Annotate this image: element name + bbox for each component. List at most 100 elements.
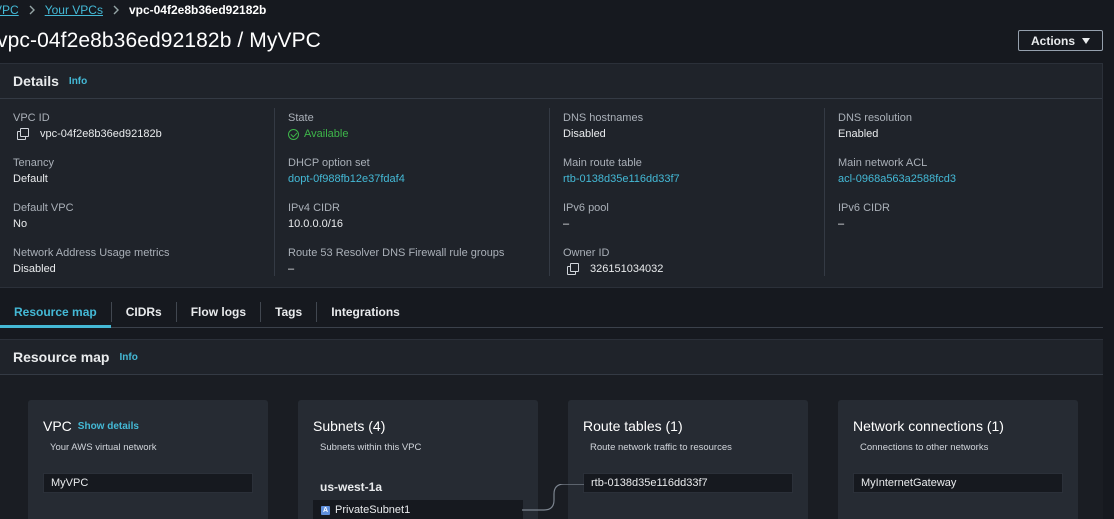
copy-icon[interactable]: [17, 128, 29, 140]
field-dns-resolution: DNS resolution Enabled: [838, 110, 912, 142]
network-connection-item[interactable]: MyInternetGateway: [853, 473, 1063, 493]
details-info-link[interactable]: Info: [69, 76, 87, 87]
field-main-network-acl: Main network ACL acl-0968a563a2588fcd3: [838, 155, 956, 187]
field-route53-firewall: Route 53 Resolver DNS Firewall rule grou…: [288, 245, 504, 277]
chevron-right-icon: [109, 2, 123, 18]
field-label: Route 53 Resolver DNS Firewall rule grou…: [288, 247, 505, 259]
network-address-usage-value: Disabled: [13, 263, 56, 275]
field-label: DNS resolution: [838, 112, 912, 124]
availability-zone-label: us-west-1a: [320, 480, 383, 494]
breadcrumb-link-your-vpcs[interactable]: Your VPCs: [45, 3, 103, 17]
field-dhcp-option-set: DHCP option set dopt-0f988fb12e37fdaf4: [288, 155, 405, 187]
subnets-card-subtitle: Subnets within this VPC: [320, 442, 422, 453]
field-state: State Available: [288, 110, 348, 142]
subnets-card-title: Subnets (4): [313, 418, 386, 434]
field-label: Main network ACL: [838, 157, 928, 169]
tab-tags[interactable]: Tags: [261, 300, 316, 324]
field-label: VPC ID: [13, 112, 50, 124]
owner-id-value: 326151034032: [590, 263, 664, 275]
actions-button[interactable]: Actions: [1018, 30, 1103, 51]
field-label: IPv6 pool: [563, 202, 609, 214]
resource-map-title: Resource map: [13, 349, 110, 365]
route-tables-card: Route tables (1) Route network traffic t…: [568, 400, 808, 519]
route-tables-card-title: Route tables (1): [583, 418, 683, 434]
field-label: Default VPC: [13, 202, 74, 214]
vpc-card-title: VPC: [43, 418, 72, 434]
field-default-vpc: Default VPC No: [13, 200, 74, 232]
field-value-row: 326151034032: [563, 261, 663, 277]
field-label: State: [288, 112, 314, 124]
vpc-id-value: vpc-04f2e8b36ed92182b: [40, 128, 162, 140]
vpc-item[interactable]: MyVPC: [43, 473, 253, 493]
network-connections-card: Network connections (1) Connections to o…: [838, 400, 1078, 519]
tenancy-value: Default: [13, 173, 48, 185]
subnet-icon: A: [321, 505, 330, 515]
dns-resolution-value: Enabled: [838, 128, 879, 140]
field-network-address-usage: Network Address Usage metrics Disabled: [13, 245, 170, 277]
route-table-item[interactable]: rtb-0138d35e116dd33f7: [583, 473, 793, 493]
field-main-route-table: Main route table rtb-0138d35e116dd33f7: [563, 155, 680, 187]
details-column-4: DNS resolution Enabled Main network ACL …: [825, 108, 1100, 276]
dhcp-option-set-link[interactable]: dopt-0f988fb12e37fdaf4: [288, 171, 405, 187]
subnet-item[interactable]: A PrivateSubnet1: [313, 500, 523, 519]
field-ipv6-pool: IPv6 pool –: [563, 200, 609, 232]
route-tables-card-subtitle: Route network traffic to resources: [590, 442, 732, 453]
copy-icon[interactable]: [567, 263, 579, 275]
show-details-link[interactable]: Show details: [78, 421, 139, 432]
details-column-3: DNS hostnames Disabled Main route table …: [550, 108, 825, 276]
main-network-acl-link[interactable]: acl-0968a563a2588fcd3: [838, 171, 956, 187]
field-ipv6-cidr: IPv6 CIDR –: [838, 200, 890, 232]
field-vpc-id: VPC ID vpc-04f2e8b36ed92182b: [13, 110, 162, 142]
details-header: Details Info: [0, 64, 1102, 99]
field-label: Network Address Usage metrics: [13, 247, 170, 259]
chevron-right-icon: [25, 2, 39, 18]
state-value: Available: [304, 128, 349, 140]
dns-hostnames-value: Disabled: [563, 128, 606, 140]
tab-flow-logs[interactable]: Flow logs: [177, 300, 260, 324]
caret-down-icon: [1082, 37, 1090, 44]
page-title: vpc-04f2e8b36ed92182b / MyVPC: [0, 29, 321, 52]
network-connections-card-subtitle: Connections to other networks: [860, 442, 989, 453]
breadcrumb-link-vpc[interactable]: VPC: [0, 3, 19, 17]
details-column-1: VPC ID vpc-04f2e8b36ed92182b Tenancy Def…: [0, 108, 275, 276]
field-dns-hostnames: DNS hostnames Disabled: [563, 110, 643, 142]
vpc-card-title-row: VPC Show details: [43, 418, 139, 434]
subnets-card: Subnets (4) Subnets within this VPC us-w…: [298, 400, 538, 519]
check-circle-icon: [288, 128, 299, 140]
tab-resource-map[interactable]: Resource map: [0, 300, 111, 328]
field-value-row: Available: [288, 126, 348, 142]
field-tenancy: Tenancy Default: [13, 155, 54, 187]
field-label: IPv6 CIDR: [838, 202, 890, 214]
breadcrumb-current: vpc-04f2e8b36ed92182b: [128, 3, 267, 17]
vpc-card-subtitle: Your AWS virtual network: [50, 442, 157, 453]
resource-map-header: Resource map Info: [0, 340, 1103, 375]
ipv6-pool-value: –: [563, 218, 570, 230]
field-label: DNS hostnames: [563, 112, 644, 124]
main-route-table-link[interactable]: rtb-0138d35e116dd33f7: [563, 171, 680, 187]
details-column-2: State Available DHCP option set dopt-0f9…: [275, 108, 550, 276]
tab-integrations[interactable]: Integrations: [317, 300, 414, 324]
breadcrumb: VPC Your VPCs vpc-04f2e8b36ed92182b: [0, 2, 266, 18]
field-owner-id: Owner ID 326151034032: [563, 245, 663, 277]
subnet-route-connector: [522, 484, 584, 511]
network-connections-card-title: Network connections (1): [853, 418, 1004, 434]
route53-firewall-value: –: [288, 263, 295, 275]
field-label: DHCP option set: [288, 157, 370, 169]
details-panel: Details Info VPC ID vpc-04f2e8b36ed92182…: [0, 63, 1103, 288]
details-title: Details: [13, 73, 59, 89]
tab-bar: Resource map CIDRs Flow logs Tags Integr…: [0, 300, 1103, 328]
subnet-item-label: PrivateSubnet1: [335, 504, 411, 516]
field-label: Tenancy: [13, 157, 54, 169]
details-grid: VPC ID vpc-04f2e8b36ed92182b Tenancy Def…: [0, 108, 1103, 278]
field-ipv4-cidr: IPv4 CIDR 10.0.0.0/16: [288, 200, 343, 232]
ipv4-cidr-value: 10.0.0.0/16: [288, 218, 344, 230]
ipv6-cidr-value: –: [838, 218, 845, 230]
field-label: Owner ID: [563, 247, 610, 259]
vpc-card: VPC Show details Your AWS virtual networ…: [28, 400, 268, 519]
field-label: IPv4 CIDR: [288, 202, 340, 214]
field-label: Main route table: [563, 157, 642, 169]
field-value-row: vpc-04f2e8b36ed92182b: [13, 126, 162, 142]
tab-cidrs[interactable]: CIDRs: [112, 300, 176, 324]
resource-map-info-link[interactable]: Info: [119, 352, 137, 363]
default-vpc-value: No: [13, 218, 28, 230]
